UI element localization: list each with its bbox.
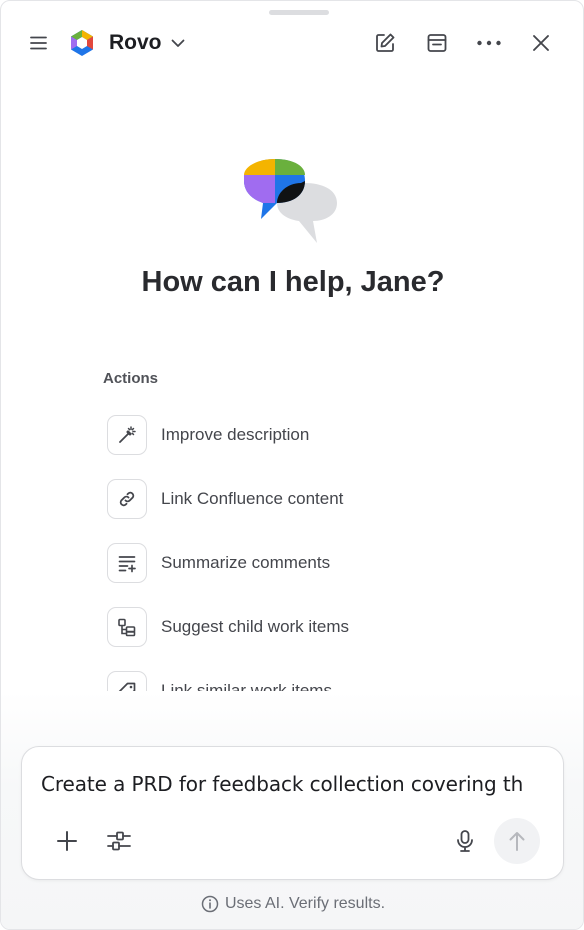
chat-settings-button[interactable] [99,821,139,861]
actions-heading: Actions [103,370,159,387]
chat-bubbles-illustration-icon [244,159,337,243]
action-link-confluence-content[interactable]: Link Confluence content [105,477,425,521]
chevron-down-icon [171,39,185,47]
sliders-icon [107,831,131,851]
disclaimer-text: Uses AI. Verify results. [224,895,386,912]
action-summarize-comments[interactable]: Summarize comments [105,541,425,585]
link-icon [119,491,135,507]
greeting-heading: How can I help, Jane? [141,266,445,298]
arrow-up-icon [509,832,525,851]
new-chat-button[interactable] [367,25,403,61]
more-horizontal-icon [477,40,501,46]
rovo-logo-icon [71,30,93,56]
plus-icon [57,831,77,851]
menu-button[interactable] [21,25,57,61]
panel-header: Rovo [1,23,583,63]
chat-composer[interactable]: Create a PRD for feedback collection cov… [21,746,564,880]
action-improve-description[interactable]: Improve description [105,413,425,457]
more-options-button[interactable] [471,25,507,61]
action-label: Suggest child work items [161,617,350,636]
microphone-icon [457,830,473,852]
voice-input-button[interactable] [445,821,485,861]
action-label: Summarize comments [161,553,331,572]
action-label: Improve description [161,425,310,444]
magic-wand-icon [119,426,136,443]
action-icon-box [107,607,147,647]
action-icon-box [107,415,147,455]
action-label: Link Confluence content [161,489,344,508]
summarize-list-icon [118,556,136,573]
edit-icon [376,33,395,52]
hamburger-icon [30,36,47,50]
add-attachment-button[interactable] [47,821,87,861]
app-title: Rovo [109,31,162,54]
layout-button[interactable] [419,25,455,61]
action-icon-box [107,479,147,519]
action-icon-box [107,543,147,583]
ai-disclaimer: Uses AI. Verify results. [1,893,583,915]
drag-handle[interactable] [269,10,329,15]
close-button[interactable] [523,25,559,61]
close-icon [533,35,549,51]
chat-input[interactable]: Create a PRD for feedback collection cov… [41,771,541,797]
action-suggest-child-work-items[interactable]: Suggest child work items [105,605,425,649]
info-icon [201,895,219,913]
child-items-icon [118,618,136,637]
send-button[interactable] [494,818,540,864]
sidebar-layout-icon [427,34,447,52]
rovo-chat-panel: Rovo How can I help, Jane? Actions Impro… [0,0,584,930]
